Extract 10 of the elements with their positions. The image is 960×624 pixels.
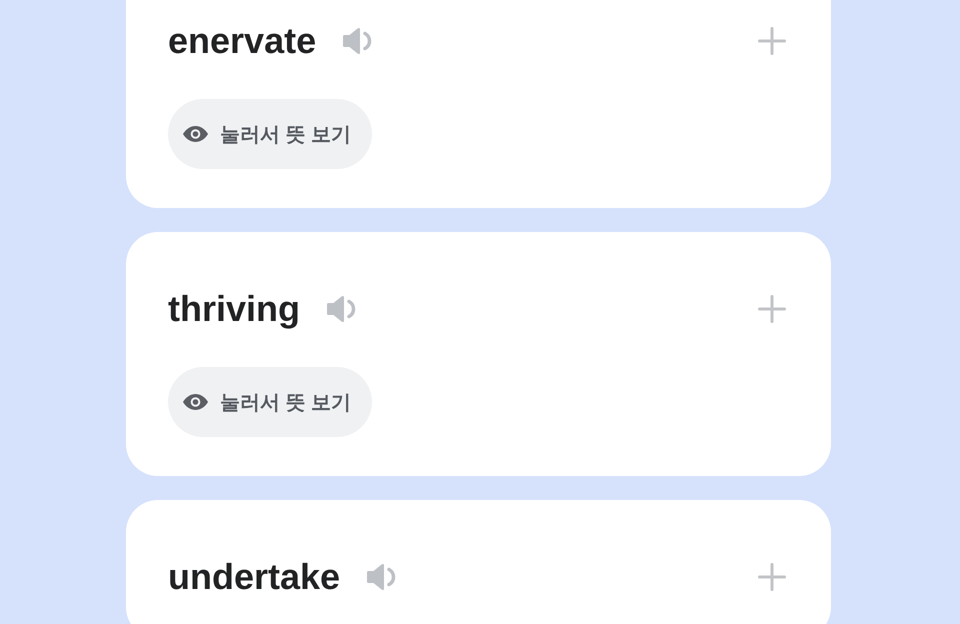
word-title: thriving [168, 287, 300, 331]
plus-icon[interactable] [758, 563, 786, 591]
eye-icon [183, 394, 208, 410]
word-title: undertake [168, 555, 340, 599]
eye-icon [183, 126, 208, 142]
reveal-meaning-button[interactable]: 눌러서 뜻 보기 [168, 99, 372, 169]
word-title: enervate [168, 19, 316, 63]
plus-icon[interactable] [758, 295, 786, 323]
plus-icon[interactable] [758, 27, 786, 55]
reveal-meaning-button[interactable]: 눌러서 뜻 보기 [168, 367, 372, 437]
